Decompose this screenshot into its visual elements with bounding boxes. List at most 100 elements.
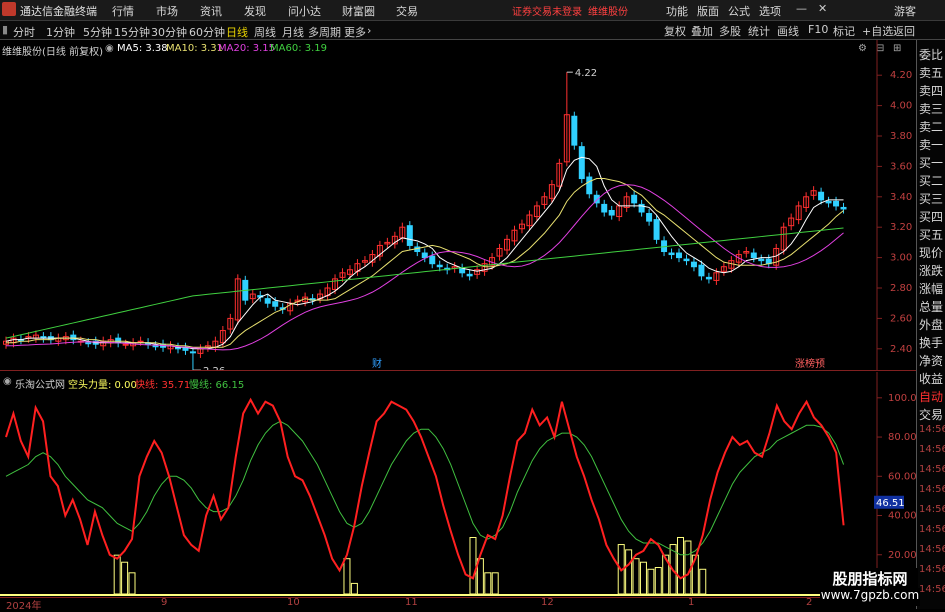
force-bar <box>491 572 499 595</box>
candle-body <box>825 200 832 204</box>
candle-body <box>818 191 825 201</box>
trade-label[interactable]: 交易 <box>919 406 943 423</box>
indicator-chart[interactable]: 100.0 80.00 60.00 40.00 20.00 46.51 <box>0 372 916 598</box>
candle-body <box>466 273 473 277</box>
guest-label[interactable]: 游客 <box>894 3 916 19</box>
toolbar-menu-icon[interactable]: ▮ <box>2 23 8 36</box>
price-tick-label: 3.60 <box>890 161 912 172</box>
menu-item-formula[interactable]: 公式 <box>728 3 750 19</box>
close-icon[interactable]: ✕ <box>818 2 827 15</box>
menu-item-market[interactable]: 市场 <box>156 3 178 19</box>
candle-body <box>758 258 765 262</box>
overlay-button[interactable]: 叠加 <box>691 23 713 39</box>
period-toolbar: ▮ 分时 1分钟 5分钟 15分钟 30分钟 60分钟 日线 周线 月线 多周期… <box>0 21 945 40</box>
candle-body <box>189 351 196 354</box>
menu-item-news[interactable]: 资讯 <box>200 3 222 19</box>
quote-label-outer: 外盘 <box>919 318 944 332</box>
force-bar <box>654 567 662 595</box>
back-button[interactable]: 返回 <box>893 23 915 39</box>
more-chevron-icon[interactable]: › <box>367 24 371 37</box>
high-price-label: 4.22 <box>575 68 597 79</box>
f10-button[interactable]: F10 <box>808 23 828 36</box>
price-tick-label: 3.80 <box>890 131 912 142</box>
login-warning[interactable]: 证券交易未登录 <box>512 3 582 18</box>
candle-body <box>272 301 279 307</box>
quote-label-sell3: 卖三 <box>919 102 944 116</box>
panel-divider <box>0 370 916 371</box>
indicator-tick-label: 40.00 <box>888 511 916 522</box>
time-tick: 14:56 <box>919 584 945 595</box>
tab-daily[interactable]: 日线 <box>226 24 248 40</box>
candle-body <box>690 261 697 268</box>
menu-item-options[interactable]: 选项 <box>759 3 781 19</box>
candle-body <box>653 219 660 240</box>
time-tick: 14:56 <box>919 504 945 515</box>
menu-item-wealth[interactable]: 财富圈 <box>342 3 375 19</box>
ma20-line <box>6 184 844 351</box>
price-tick-label: 3.20 <box>890 222 912 233</box>
quote-label-price: 现价 <box>919 246 944 260</box>
quote-label-turnover: 换手 <box>919 336 944 350</box>
fast-line <box>5 397 845 580</box>
menu-item-function[interactable]: 功能 <box>666 3 688 19</box>
stock-name-label: 维维股份 <box>588 7 628 18</box>
quote-label-buy2: 买二 <box>919 174 944 188</box>
auto-trade-label[interactable]: 自动 <box>919 388 943 405</box>
add-watchlist-button[interactable]: +自选 <box>862 23 893 39</box>
candle-body <box>429 255 436 265</box>
kline-chart[interactable]: 4.20 4.00 3.80 3.60 3.40 3.20 3.00 2.80 2.60 2.40… <box>0 40 916 370</box>
menu-item-layout[interactable]: 版面 <box>697 3 719 19</box>
x-label-dec: 12 <box>541 597 554 608</box>
price-tick-label: 4.00 <box>890 101 912 112</box>
candle-body <box>631 194 638 204</box>
time-tick: 14:56 <box>919 484 945 495</box>
tab-monthly[interactable]: 月线 <box>282 24 304 40</box>
draw-line-button[interactable]: 画线 <box>777 23 799 39</box>
minimize-icon[interactable]: — <box>796 2 807 15</box>
x-label-feb: 2 <box>806 597 813 608</box>
menu-item-quotes[interactable]: 行情 <box>112 3 134 19</box>
mark-button[interactable]: 标记 <box>833 23 855 39</box>
menu-item-discover[interactable]: 发现 <box>244 3 266 19</box>
price-tick-label: 4.20 <box>890 70 912 81</box>
force-bar <box>350 582 358 595</box>
tab-1min[interactable]: 1分钟 <box>46 24 75 40</box>
statistics-button[interactable]: 统计 <box>748 23 770 39</box>
tab-30min[interactable]: 30分钟 <box>151 24 187 40</box>
indicator-tick-label: 80.00 <box>888 432 916 443</box>
candle-body <box>586 176 593 195</box>
menu-item-trade[interactable]: 交易 <box>396 3 418 19</box>
tab-15min[interactable]: 15分钟 <box>114 24 150 40</box>
time-tick: 14:56 <box>919 564 945 575</box>
restore-rights-button[interactable]: 复权 <box>664 23 686 39</box>
candle-body <box>608 209 615 216</box>
tab-more[interactable]: 更多 <box>344 24 366 40</box>
finance-marker: 财 <box>372 357 382 370</box>
tab-5min[interactable]: 5分钟 <box>83 24 112 40</box>
candle-body <box>85 342 92 345</box>
time-tick: 14:56 <box>919 464 945 475</box>
tab-weekly[interactable]: 周线 <box>254 24 276 40</box>
quote-label-pct: 涨幅 <box>919 282 944 296</box>
app-title: 通达信金融终端 <box>20 5 97 18</box>
indicator-tick-label: 60.00 <box>888 471 916 482</box>
price-tick-label: 2.60 <box>890 313 912 324</box>
x-label-sep: 9 <box>161 597 168 608</box>
tab-60min[interactable]: 60分钟 <box>189 24 225 40</box>
quote-label-sell1: 卖一 <box>919 138 944 152</box>
title-bar: 通达信金融终端 行情 市场 资讯 发现 问小达 财富圈 交易 证券交易未登录 维… <box>0 0 945 21</box>
time-tick: 14:56 <box>919 444 945 455</box>
ma10-line <box>6 178 844 348</box>
tab-multi-period[interactable]: 多周期 <box>308 24 341 40</box>
time-tick: 14:56 <box>919 544 945 555</box>
force-bar <box>647 568 655 595</box>
candle-body <box>833 200 840 207</box>
menu-item-ask[interactable]: 问小达 <box>288 3 321 19</box>
date-axis <box>0 597 916 610</box>
force-bar <box>684 540 692 595</box>
x-label-jan: 1 <box>688 597 695 608</box>
tab-timeshare[interactable]: 分时 <box>13 24 35 40</box>
cursor-value-label: 46.51 <box>876 498 905 509</box>
limit-up-marker: 涨榜预 <box>795 357 825 370</box>
multi-stock-button[interactable]: 多股 <box>719 23 741 39</box>
